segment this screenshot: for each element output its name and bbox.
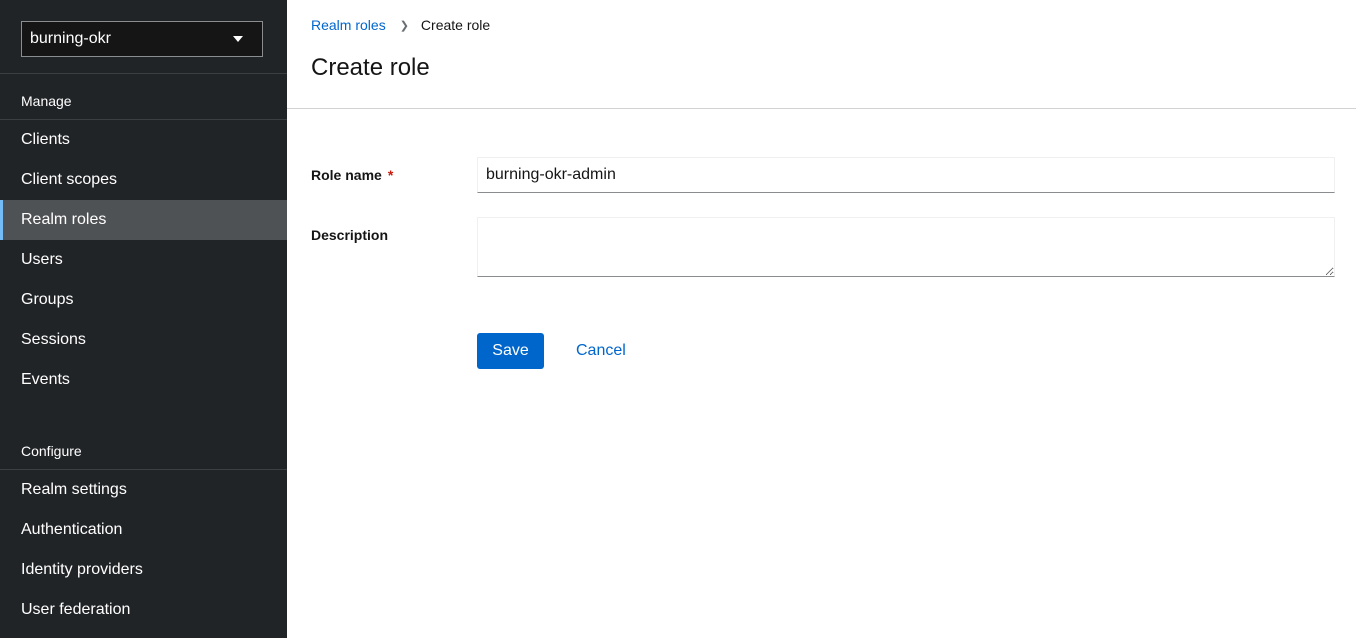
sidebar: burning-okr Manage Clients Client scopes…	[0, 0, 287, 638]
sidebar-item-authentication[interactable]: Authentication	[0, 510, 287, 550]
cancel-button[interactable]: Cancel	[564, 333, 638, 369]
sidebar-item-users[interactable]: Users	[0, 240, 287, 280]
sidebar-divider	[0, 73, 287, 74]
sidebar-item-realm-settings[interactable]: Realm settings	[0, 470, 287, 510]
role-name-input[interactable]	[477, 157, 1335, 193]
required-marker: *	[387, 167, 394, 183]
sidebar-item-sessions[interactable]: Sessions	[0, 320, 287, 360]
realm-selector[interactable]: burning-okr	[21, 21, 263, 57]
sidebar-item-client-scopes[interactable]: Client scopes	[0, 160, 287, 200]
description-textarea[interactable]	[477, 217, 1335, 277]
breadcrumb: Realm roles ❯ Create role	[311, 17, 490, 33]
header-divider	[287, 108, 1356, 109]
nav-section-configure: Configure	[21, 443, 82, 459]
sidebar-item-groups[interactable]: Groups	[0, 280, 287, 320]
realm-selector-value: burning-okr	[30, 30, 111, 47]
sidebar-item-events[interactable]: Events	[0, 360, 287, 400]
description-label: Description	[311, 227, 389, 243]
save-button[interactable]: Save	[477, 333, 544, 369]
caret-down-icon	[233, 36, 243, 42]
breadcrumb-current: Create role	[420, 17, 491, 33]
sidebar-item-identity-providers[interactable]: Identity providers	[0, 550, 287, 590]
app-root: burning-okr Manage Clients Client scopes…	[0, 0, 1356, 638]
role-name-label-text: Role name	[311, 167, 382, 183]
sidebar-item-user-federation[interactable]: User federation	[0, 590, 287, 630]
sidebar-item-realm-roles[interactable]: Realm roles	[0, 200, 287, 240]
chevron-right-icon: ❯	[399, 19, 409, 32]
sidebar-item-clients[interactable]: Clients	[0, 120, 287, 160]
page-title: Create role	[311, 54, 430, 81]
breadcrumb-link-realm-roles[interactable]: Realm roles	[311, 17, 386, 33]
role-name-label: Role name *	[311, 167, 393, 183]
nav-section-manage: Manage	[21, 93, 72, 109]
main-content: Realm roles ❯ Create role Create role Ro…	[287, 0, 1356, 638]
